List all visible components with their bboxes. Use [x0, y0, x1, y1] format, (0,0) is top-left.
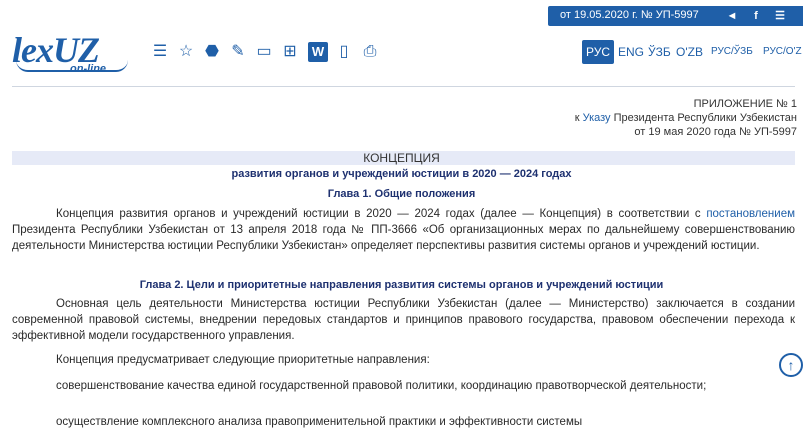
paragraph-1: Концепция развития органов и учреждений … — [12, 208, 795, 252]
lang-ru-oz[interactable]: РУС/O'Z — [763, 40, 802, 64]
word-icon[interactable]: W — [308, 42, 328, 62]
lang-uz-latin[interactable]: O'ZB — [676, 40, 703, 64]
paragraph-5: осуществление комплексного анализа право… — [56, 416, 583, 428]
tag-icon[interactable]: ⬣ — [202, 42, 222, 62]
print-icon[interactable]: ⎙ — [360, 42, 380, 62]
appendix-date: от 19 мая 2020 года № УП-5997 — [634, 126, 797, 138]
edit-icon[interactable]: ✎ — [228, 42, 248, 62]
logo-subtitle: on-line — [70, 63, 107, 75]
menu-icon[interactable]: ☰ — [772, 8, 788, 24]
header-divider — [12, 86, 795, 87]
share-icon[interactable]: ◄ — [724, 8, 740, 24]
appendix-reference: к Указу Президента Республики Узбекистан — [574, 112, 797, 124]
star-icon[interactable]: ☆ — [176, 42, 196, 62]
lang-en[interactable]: ENG — [618, 40, 644, 64]
appendix-note: ПРИЛОЖЕНИЕ № 1 к Указу Президента Респуб… — [575, 97, 797, 139]
top-bar: от 19.05.2020 г. № УП-5997 ◄ f ☰ — [0, 0, 803, 30]
resolution-link[interactable]: постановлением — [706, 208, 795, 220]
lang-ru-uz[interactable]: РУС/ЎЗБ — [711, 40, 753, 64]
calendar-icon[interactable]: ▭ — [254, 42, 274, 62]
appendix-number: ПРИЛОЖЕНИЕ № 1 — [693, 98, 797, 110]
decree-link[interactable]: Указу — [583, 112, 611, 124]
lang-ru[interactable]: РУС — [582, 40, 615, 64]
list-icon[interactable]: ☰ — [150, 42, 170, 62]
document-reference: от 19.05.2020 г. № УП-5997 — [560, 9, 699, 21]
document-info-strip: от 19.05.2020 г. № УП-5997 ◄ f ☰ — [548, 6, 803, 26]
document-subtitle: развития органов и учреждений юстиции в … — [231, 168, 572, 180]
chapter-2-heading: Глава 2. Цели и приоритетные направления… — [139, 279, 664, 291]
chapter-1-heading: Глава 1. Общие положения — [327, 188, 476, 200]
lang-uz-cyrillic[interactable]: ЎЗБ — [648, 40, 671, 64]
paragraph-4: совершенствование качества единой госуда… — [56, 380, 707, 392]
facebook-icon[interactable]: f — [748, 8, 764, 24]
compare-icon[interactable]: ⊞ — [280, 42, 300, 62]
paragraph-3: Концепция предусматривает следующие прио… — [56, 354, 430, 366]
scroll-to-top-button[interactable]: ↑ — [779, 353, 803, 377]
pdf-icon[interactable]: ▯ — [334, 42, 354, 62]
document-title: КОНЦЕПЦИЯ — [363, 151, 440, 165]
lexuz-logo[interactable]: lexUZ on-line — [12, 30, 132, 76]
paragraph-2: Основная цель деятельности Министерства … — [12, 298, 795, 342]
